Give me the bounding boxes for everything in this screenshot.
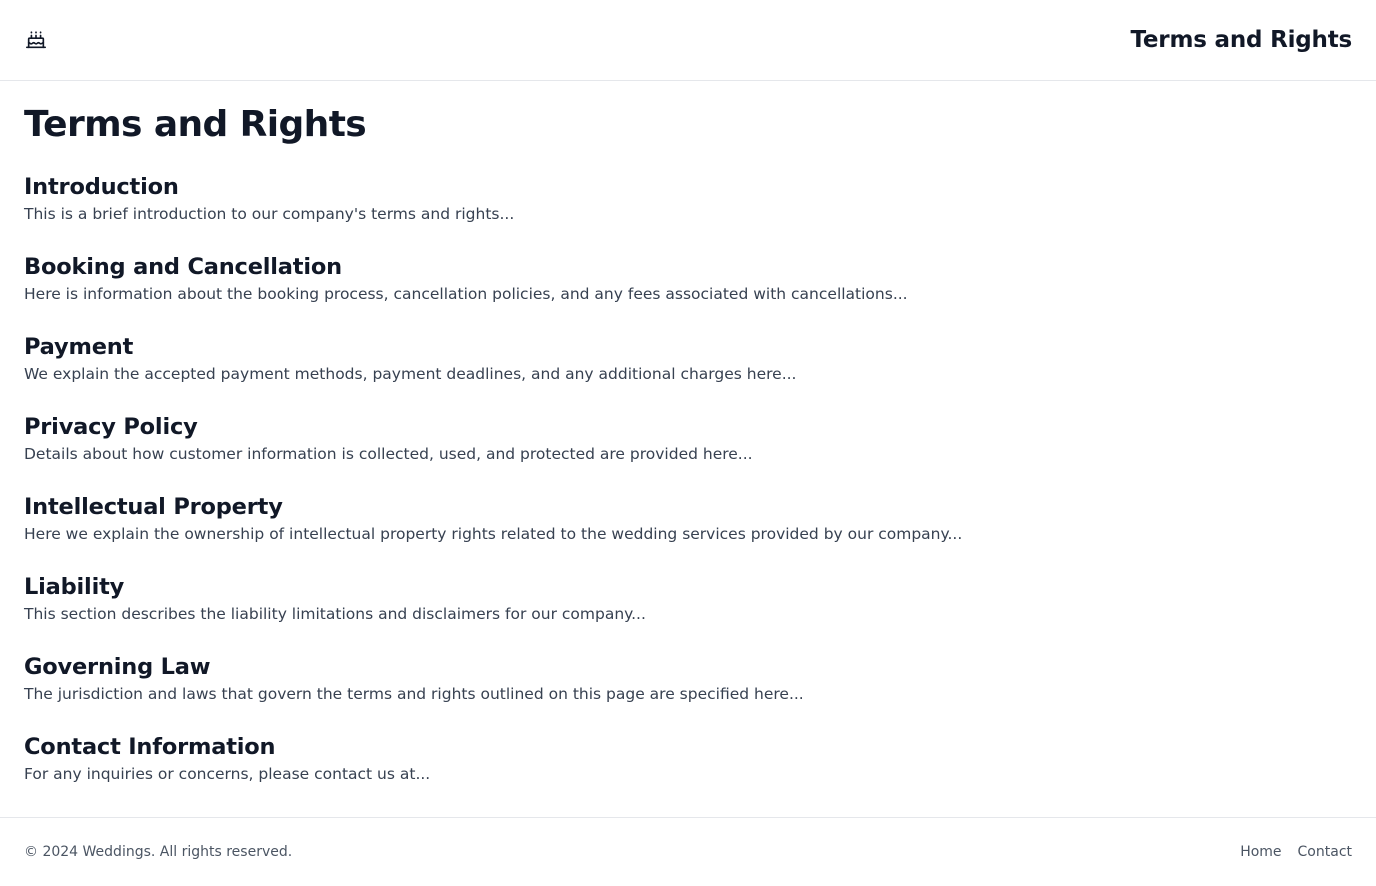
footer-link-contact[interactable]: Contact [1298,844,1352,860]
main-content: Terms and Rights Introduction This is a … [0,81,1376,817]
section-body: The jurisdiction and laws that govern th… [24,685,804,703]
section-payment: Payment We explain the accepted payment … [24,332,1352,412]
section-title: Liability [24,574,125,600]
section-body: Details about how customer information i… [24,445,753,463]
page-title: Terms and Rights [24,104,367,145]
footer-nav: Home Contact [1240,844,1352,860]
section-body: This is a brief introduction to our comp… [24,205,515,223]
section-governing-law: Governing Law The jurisdiction and laws … [24,652,1352,732]
header-title: Terms and Rights [1130,27,1352,53]
section-intellectual-property: Intellectual Property Here we explain th… [24,492,1352,572]
section-body: Here is information about the booking pr… [24,285,908,303]
section-privacy-policy: Privacy Policy Details about how custome… [24,412,1352,492]
section-title: Introduction [24,174,179,200]
site-footer: © 2024 Weddings. All rights reserved. Ho… [0,817,1376,886]
section-title: Intellectual Property [24,494,283,520]
section-liability: Liability This section describes the lia… [24,572,1352,652]
section-title: Payment [24,334,134,360]
section-title: Booking and Cancellation [24,254,342,280]
section-booking-cancellation: Booking and Cancellation Here is informa… [24,252,1352,332]
cake-icon[interactable] [24,28,48,52]
section-title: Privacy Policy [24,414,198,440]
section-contact-information: Contact Information For any inquiries or… [24,732,1352,812]
section-body: Here we explain the ownership of intelle… [24,525,963,543]
section-body: For any inquiries or concerns, please co… [24,765,431,783]
section-body: This section describes the liability lim… [24,605,646,623]
section-title: Contact Information [24,734,276,760]
section-introduction: Introduction This is a brief introductio… [24,172,1352,252]
site-header: Terms and Rights [0,0,1376,81]
footer-link-home[interactable]: Home [1240,844,1281,860]
section-title: Governing Law [24,654,211,680]
copyright-text: © 2024 Weddings. All rights reserved. [24,844,293,860]
section-body: We explain the accepted payment methods,… [24,365,797,383]
